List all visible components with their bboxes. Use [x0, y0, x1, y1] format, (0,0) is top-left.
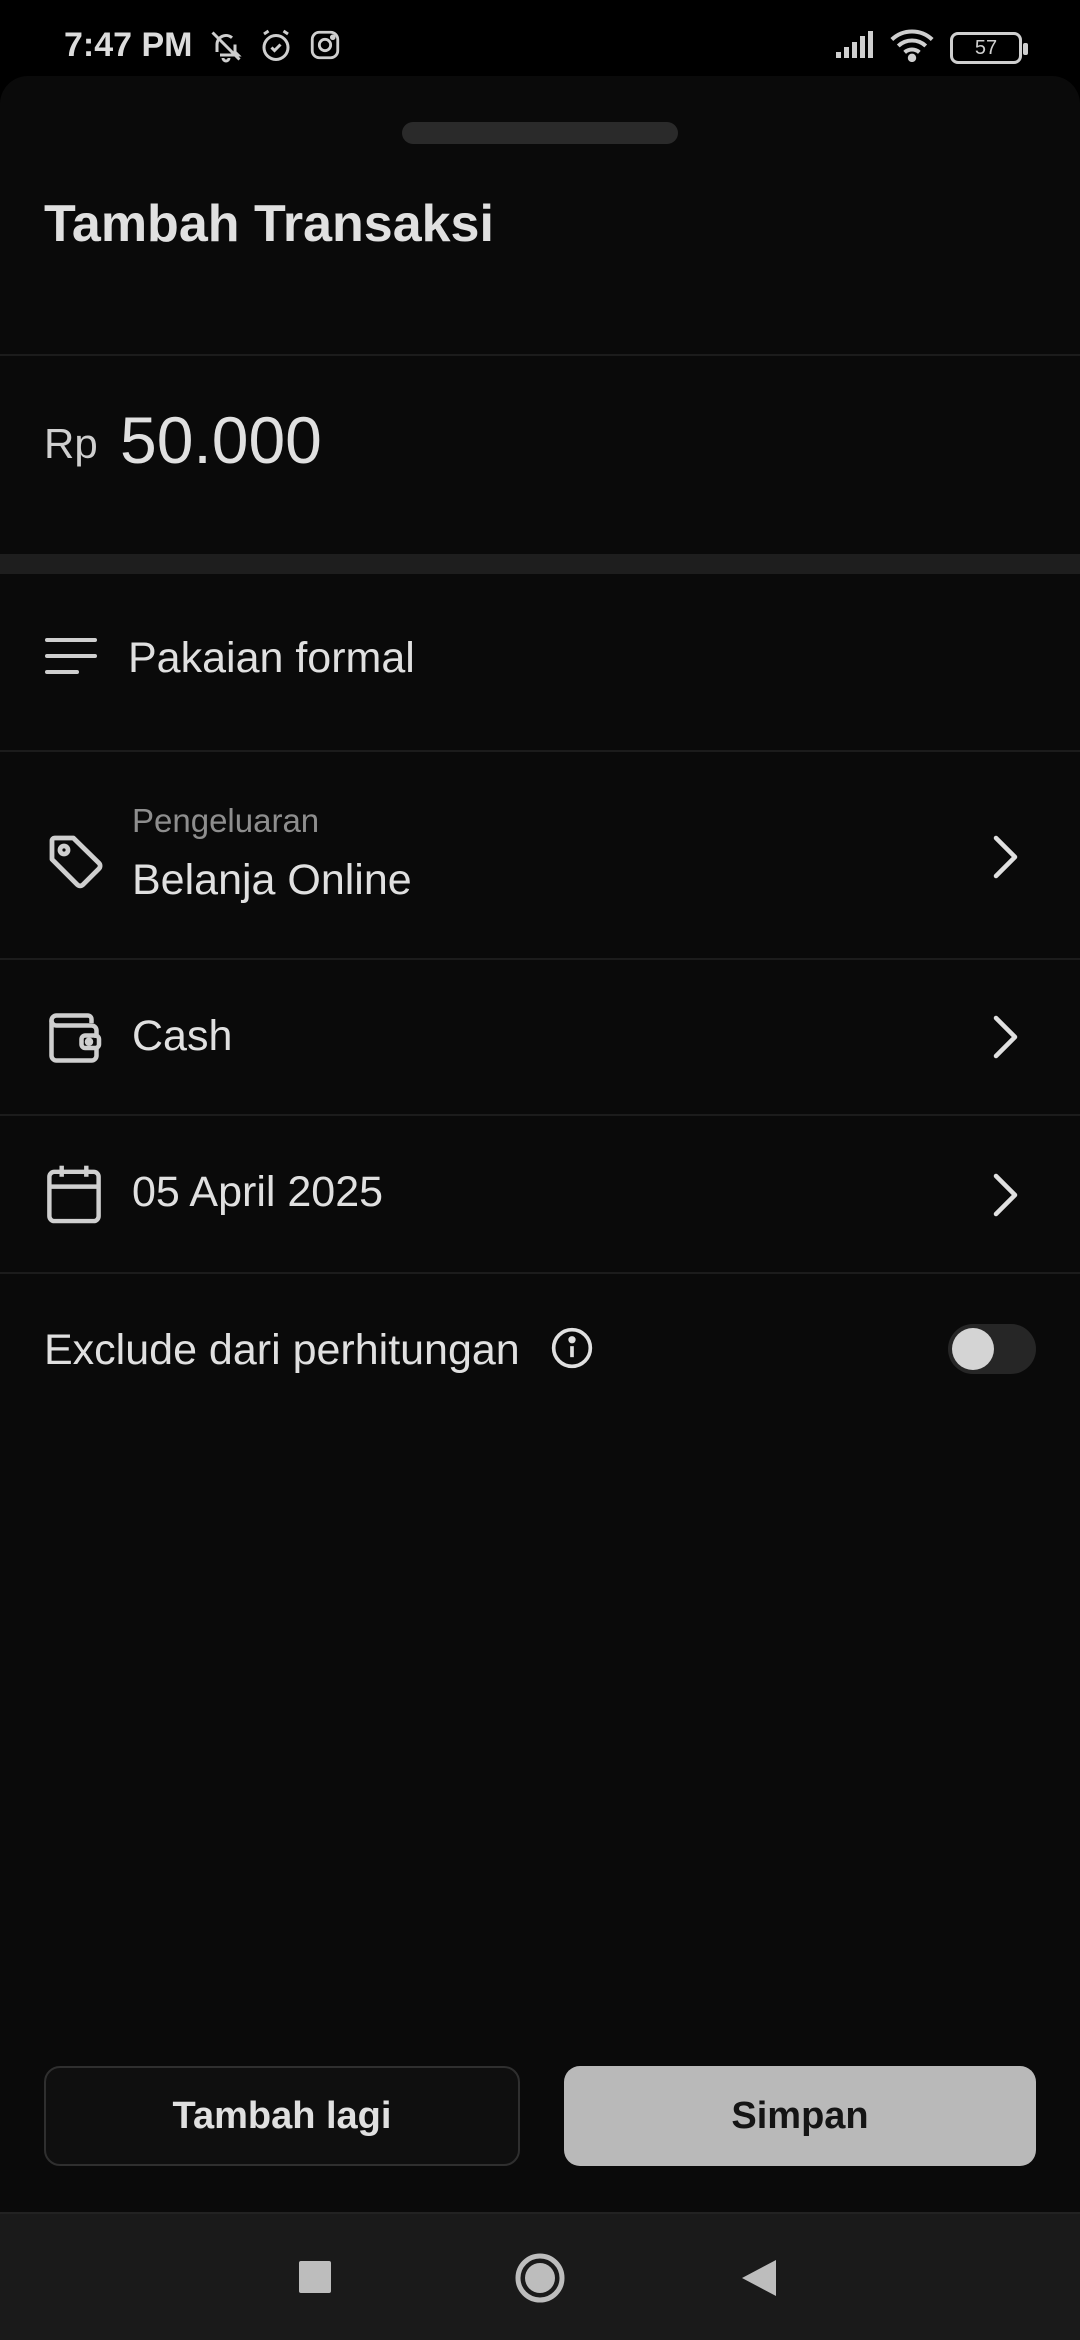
status-system-icons: 57	[834, 28, 1028, 67]
save-button[interactable]: Simpan	[564, 2066, 1036, 2166]
instagram-icon	[308, 28, 342, 69]
wallet-row[interactable]: Cash	[0, 960, 1080, 1114]
battery-icon: 57	[950, 31, 1028, 64]
amount-currency: Rp	[44, 420, 98, 467]
chevron-right-icon	[990, 1172, 1020, 1223]
exclude-toggle[interactable]	[948, 1324, 1036, 1374]
note-text: Pakaian formal	[128, 634, 415, 682]
note-row[interactable]: Pakaian formal	[0, 574, 1080, 750]
status-time: 7:47 PM	[64, 26, 193, 64]
wallet-name: Cash	[132, 1012, 233, 1060]
alarm-icon	[258, 28, 294, 69]
category-name: Belanja Online	[132, 856, 412, 904]
calendar-icon	[44, 1162, 104, 1231]
battery-level: 57	[974, 36, 998, 59]
status-notification-icons	[208, 28, 342, 69]
wifi-icon	[890, 28, 934, 67]
signal-icon	[834, 30, 874, 65]
tag-icon	[44, 830, 108, 899]
status-bar: 7:47 PM 57	[0, 0, 1080, 76]
add-transaction-sheet: Tambah Transaksi Rp 50.000 Pakaian forma…	[0, 76, 1080, 2212]
category-row[interactable]: Pengeluaran Belanja Online	[0, 752, 1080, 958]
info-icon[interactable]	[550, 1326, 594, 1375]
recents-button[interactable]	[298, 2260, 332, 2299]
back-button[interactable]	[740, 2258, 778, 2303]
sheet-title: Tambah Transaksi	[44, 195, 494, 253]
drag-handle[interactable]	[402, 122, 678, 144]
section-divider	[0, 554, 1080, 574]
divider	[0, 354, 1080, 356]
home-button[interactable]	[514, 2252, 566, 2309]
bell-muted-icon	[208, 28, 244, 69]
add-more-button[interactable]: Tambah lagi	[44, 2066, 520, 2166]
navigation-bar	[0, 2212, 1080, 2340]
date-row[interactable]: 05 April 2025	[0, 1116, 1080, 1272]
chevron-right-icon	[990, 1014, 1020, 1065]
date-value: 05 April 2025	[132, 1168, 384, 1216]
toggle-knob	[952, 1328, 994, 1370]
exclude-label: Exclude dari perhitungan	[44, 1326, 520, 1374]
amount-value: 50.000	[120, 403, 322, 477]
category-type: Pengeluaran	[132, 802, 320, 839]
chevron-right-icon	[990, 834, 1020, 885]
notes-lines-icon	[44, 634, 98, 683]
exclude-row: Exclude dari perhitungan	[0, 1274, 1080, 1424]
wallet-icon	[44, 1008, 104, 1073]
